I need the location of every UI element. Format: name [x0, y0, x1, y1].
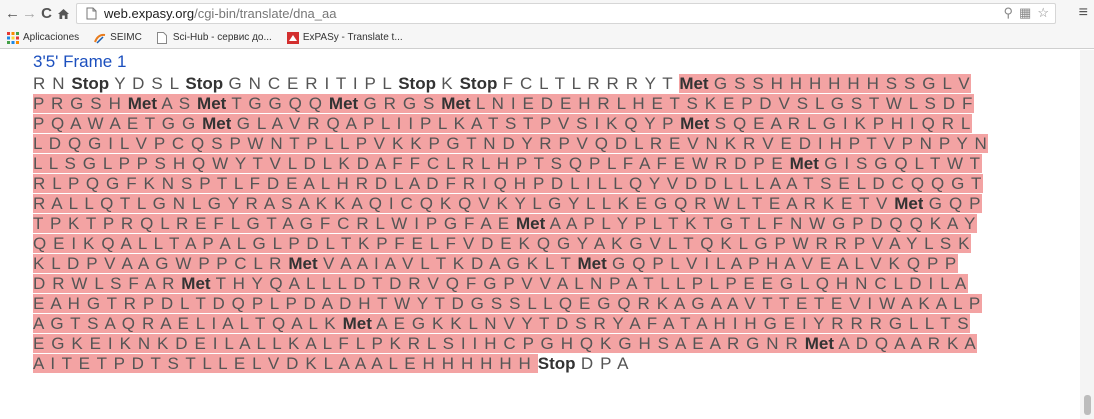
- residues: R N: [33, 74, 72, 93]
- met-codon[interactable]: Met: [197, 94, 227, 113]
- orf-residues[interactable]: G R G S: [358, 94, 442, 113]
- orf-residues[interactable]: L L S G L P P S H Q W Y T V L D L K D A …: [33, 154, 790, 173]
- met-codon[interactable]: Met: [679, 74, 709, 93]
- sequence-line: P Q A W A E T G G Met G L A V R Q A P L …: [33, 114, 1073, 134]
- sequence-line: R L P Q G F K N S P T L F D E A L H R D …: [33, 174, 1073, 194]
- met-codon[interactable]: Met: [577, 254, 607, 273]
- bookmark-apps[interactable]: Aplicaciones: [7, 31, 80, 44]
- met-codon[interactable]: Met: [342, 314, 372, 333]
- residues: D P A: [575, 354, 631, 373]
- page-icon: [156, 31, 169, 44]
- stop-codon[interactable]: Stop: [71, 74, 109, 93]
- seimc-logo-icon: [94, 32, 106, 44]
- sequence-line: L L S G L P P S H Q W Y T V L D L K D A …: [33, 154, 1073, 174]
- bookmark-scihub[interactable]: Sci-Hub - сервис до...: [156, 31, 272, 44]
- orf-residues[interactable]: D R W L S F A R: [33, 274, 182, 293]
- stop-codon[interactable]: Stop: [398, 74, 436, 93]
- stop-codon[interactable]: Stop: [460, 74, 498, 93]
- orf-residues[interactable]: A G T S A Q R A E L I A L T Q A L K: [33, 314, 343, 333]
- sequence-line: D R W L S F A R Met T H Y Q A L L L D T …: [33, 274, 1073, 294]
- orf-residues[interactable]: T P K T P R Q L R E F L G T A G F C R L …: [33, 214, 516, 233]
- orf-residues[interactable]: L D Q G I L V P C Q S P W N T P L L P V …: [33, 134, 989, 153]
- residues: Y D S L: [109, 74, 186, 93]
- orf-residues[interactable]: E A H G T R P D L T D Q P L P D A D H T …: [33, 294, 982, 313]
- bookmark-seimc[interactable]: SEIMC: [94, 32, 142, 44]
- sequence-line: A I T E T P D T S T L L E L V D K L A A …: [33, 354, 1073, 374]
- menu-icon[interactable]: ≡: [1079, 4, 1088, 22]
- apps-grid-icon: [7, 31, 19, 44]
- stop-codon[interactable]: Stop: [185, 74, 223, 93]
- frame-title: 3'5' Frame 1: [33, 52, 127, 71]
- orf-residues[interactable]: V A A I A V L T K D A G K L T: [317, 254, 578, 273]
- forward-arrow-icon[interactable]: →: [21, 4, 38, 24]
- sequence-line: Q E I K Q A L L T A P A L G L P D L T K …: [33, 234, 1073, 254]
- orf-residues[interactable]: R L P Q G F K N S P T L F D E A L H R D …: [33, 174, 983, 193]
- orf-residues[interactable]: G S S H H H H H H S S G L V: [708, 74, 972, 93]
- scrollbar[interactable]: [1080, 50, 1094, 419]
- orf-residues[interactable]: A I T E T P D T S T L L E L V D K L A A …: [33, 354, 538, 373]
- met-codon[interactable]: Met: [328, 94, 359, 113]
- orf-residues[interactable]: K L D P V A A G W P P C L R: [33, 254, 289, 273]
- bookmark-label: SEIMC: [110, 32, 142, 43]
- orf-residues[interactable]: G Q P L V I L A P H A V E A L V K Q P P: [606, 254, 958, 273]
- reload-icon[interactable]: C: [38, 4, 55, 24]
- translate-icon[interactable]: ▦: [1019, 5, 1031, 21]
- bookmark-expasy[interactable]: ExPASy - Translate t...: [286, 31, 403, 44]
- orf-residues[interactable]: P R G S H: [33, 94, 128, 113]
- sequence-line: T P K T P R Q L R E F L G T A G F C R L …: [33, 214, 1073, 234]
- home-icon[interactable]: [55, 4, 72, 24]
- orf-residues[interactable]: L N I E D E H R L H E T S K E P D V S L …: [470, 94, 974, 113]
- sequence-line: E G K E I K N K D E I L A L L K A L F L …: [33, 334, 1073, 354]
- residues: G N C E R I T I P L: [223, 74, 399, 93]
- met-codon[interactable]: Met: [789, 154, 819, 173]
- address-bar[interactable]: web.expasy.org/cgi-bin/translate/dna_aa …: [76, 3, 1056, 24]
- expasy-logo-icon: [286, 31, 299, 44]
- orf-residues[interactable]: E G K E I K N K D E I L A L L K A L F L …: [33, 334, 805, 353]
- back-arrow-icon[interactable]: ←: [4, 4, 21, 24]
- residues: F C L T L R R R Y T: [497, 74, 680, 93]
- bookmarks-bar: Aplicaciones SEIMC Sci-Hub - сервис до..…: [0, 27, 1094, 49]
- orf-residues[interactable]: A E G K K L N V Y T D S R Y A F A T A H …: [371, 314, 971, 333]
- sequence-line: E A H G T R P D L T D Q P L P D A D H T …: [33, 294, 1073, 314]
- bookmark-label: Sci-Hub - сервис до...: [172, 32, 272, 43]
- met-codon[interactable]: Met: [288, 254, 318, 273]
- orf-residues[interactable]: G Q P: [923, 194, 983, 213]
- orf-residues[interactable]: G I S G Q L T W T: [818, 154, 982, 173]
- sequence-line: L D Q G I L V P C Q S P W N T P L L P V …: [33, 134, 1073, 154]
- orf-residues[interactable]: P Q A W A E T G G: [33, 114, 203, 133]
- orf-residues[interactable]: A S: [157, 94, 198, 113]
- orf-residues[interactable]: G L A V R Q A P L I I P L K A T S T P V …: [231, 114, 681, 133]
- orf-residues[interactable]: R A L L Q T L G N L G Y R A S A K K A Q …: [33, 194, 895, 213]
- orf-residues[interactable]: T G G Q Q: [226, 94, 329, 113]
- met-codon[interactable]: Met: [680, 114, 710, 133]
- met-codon[interactable]: Met: [181, 274, 211, 293]
- scrollbar-thumb[interactable]: [1084, 395, 1091, 415]
- sequence-line: A G T S A Q R A E L I A L T Q A L K Met …: [33, 314, 1073, 334]
- met-codon[interactable]: Met: [202, 114, 232, 133]
- orf-residues[interactable]: Q E I K Q A L L T A P A L G L P D L T K …: [33, 234, 972, 253]
- orf-residues[interactable]: A A P L Y P L T K T G T L F N W G P D Q …: [545, 214, 977, 233]
- sequence-line: K L D P V A A G W P P C L R Met V A A I …: [33, 254, 1073, 274]
- bookmark-label: ExPASy - Translate t...: [302, 32, 403, 43]
- stop-codon[interactable]: Stop: [538, 354, 576, 373]
- met-codon[interactable]: Met: [515, 214, 546, 233]
- orf-residues[interactable]: A D Q A A R K A: [833, 334, 978, 353]
- translated-sequence: R N Stop Y D S L Stop G N C E R I T I P …: [33, 74, 1073, 374]
- met-codon[interactable]: Met: [804, 334, 834, 353]
- orf-residues[interactable]: T H Y Q A L L L D T D R V Q F G P V V A …: [210, 274, 968, 293]
- browser-toolbar: ← → C web.expasy.org/cgi-bin/translate/d…: [0, 0, 1094, 27]
- bookmark-star-icon[interactable]: ☆: [1037, 5, 1049, 21]
- residues: K: [435, 74, 460, 93]
- sequence-line: R N Stop Y D S L Stop G N C E R I T I P …: [33, 74, 1073, 94]
- sequence-line: P R G S H Met A S Met T G G Q Q Met G R …: [33, 94, 1073, 114]
- orf-residues[interactable]: S Q E A R L G I K P H I Q R L: [709, 114, 972, 133]
- met-codon[interactable]: Met: [894, 194, 924, 213]
- met-codon[interactable]: Met: [127, 94, 158, 113]
- zoom-icon[interactable]: ⚲: [1004, 5, 1014, 21]
- bookmark-label: Aplicaciones: [23, 32, 80, 43]
- page-icon: [83, 5, 99, 23]
- url-text: web.expasy.org/cgi-bin/translate/dna_aa: [104, 6, 337, 21]
- sequence-line: R A L L Q T L G N L G Y R A S A K K A Q …: [33, 194, 1073, 214]
- met-codon[interactable]: Met: [441, 94, 471, 113]
